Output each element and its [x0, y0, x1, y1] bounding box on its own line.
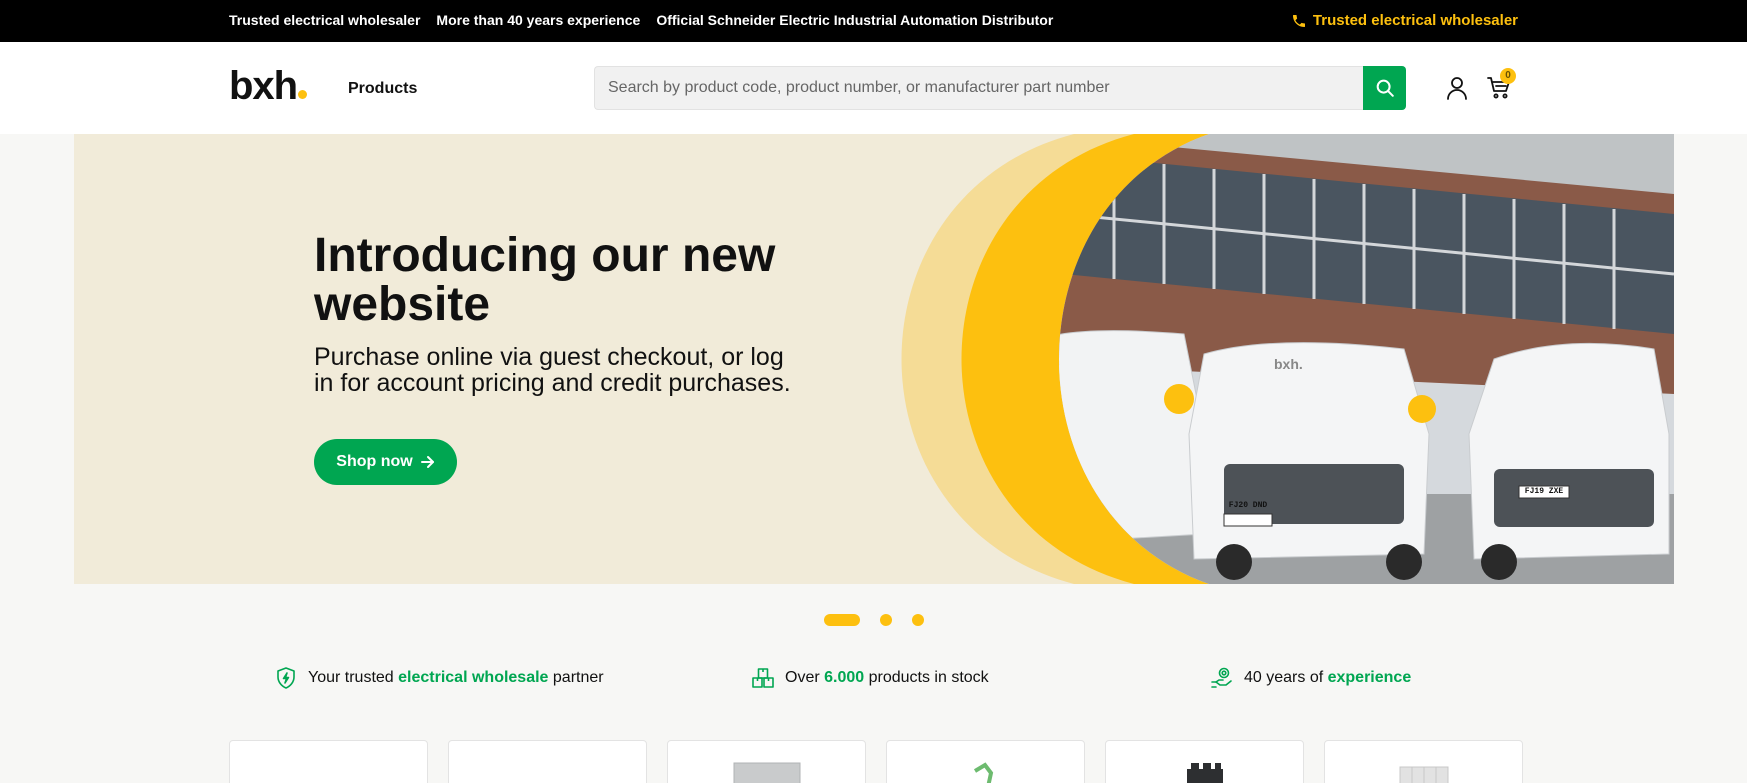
- topbar-message: Official Schneider Electric Industrial A…: [656, 12, 1054, 28]
- van-plate-1: FJ20 DND: [1228, 501, 1268, 510]
- hero-title: Introducing our new website: [314, 229, 776, 331]
- usp-text: partner: [548, 669, 604, 686]
- category-cards: [229, 740, 1523, 783]
- shop-now-button[interactable]: Shop now: [314, 439, 457, 485]
- search-icon: [1376, 79, 1394, 97]
- logo-text: bxh: [229, 64, 298, 108]
- phone-label: Trusted electrical wholesaler: [1312, 12, 1518, 29]
- site-header: bxh Products 0: [0, 42, 1747, 134]
- carousel-dots: [824, 614, 924, 626]
- shield-bolt-icon: [277, 667, 295, 689]
- carousel-dot-3[interactable]: [912, 614, 924, 626]
- usp-highlight: 6.000: [824, 669, 865, 686]
- topbar-phone-link[interactable]: Trusted electrical wholesaler: [1291, 12, 1518, 29]
- usp-text: Over: [785, 669, 825, 686]
- van-plate-2: FJ19 ZXE: [1524, 487, 1564, 496]
- van-logo: bxh.: [1274, 356, 1303, 372]
- boxes-icon: [752, 668, 774, 688]
- top-bar: Trusted electrical wholesaler More than …: [0, 0, 1747, 42]
- brand-logo[interactable]: bxh: [229, 64, 308, 108]
- hand-award-icon: [1211, 667, 1232, 688]
- user-icon[interactable]: [1446, 76, 1468, 100]
- usp-highlight: electrical wholesale: [398, 669, 549, 686]
- usp-text: Your trusted: [308, 669, 399, 686]
- category-card[interactable]: [229, 740, 428, 783]
- product-thumbnail: [733, 762, 800, 783]
- shop-now-label: Shop now: [336, 453, 413, 470]
- carousel-dot-2[interactable]: [880, 614, 892, 626]
- category-card[interactable]: [1324, 740, 1523, 783]
- usp-text: products in stock: [864, 669, 989, 686]
- topbar-message: Trusted electrical wholesaler: [229, 12, 421, 28]
- usp-item: 40 years of experience: [1210, 666, 1411, 690]
- product-thumbnail: [1186, 763, 1223, 783]
- search-button[interactable]: [1363, 66, 1406, 110]
- logo-dot: [298, 90, 308, 99]
- category-card[interactable]: [886, 740, 1085, 783]
- usp-text: 40 years of: [1244, 669, 1328, 686]
- product-thumbnail: [528, 761, 568, 783]
- category-card[interactable]: [1105, 740, 1304, 783]
- hero-banner: FJ20 DND FJ19 ZXE bxh. Introducing our n…: [74, 134, 1674, 584]
- product-thumbnail: [1399, 766, 1448, 783]
- phone-icon: [1292, 14, 1305, 27]
- category-card[interactable]: [448, 740, 647, 783]
- search-bar: [594, 66, 1406, 110]
- topbar-message: More than 40 years experience: [436, 12, 641, 28]
- search-input[interactable]: [594, 66, 1363, 110]
- product-thumbnail: [973, 762, 993, 783]
- usp-item: Your trusted electrical wholesale partne…: [274, 666, 604, 690]
- nav-products-link[interactable]: Products: [348, 80, 417, 98]
- category-card[interactable]: [667, 740, 866, 783]
- hero-subtitle: Purchase online via guest checkout, or l…: [314, 343, 791, 397]
- arrow-right-icon: [420, 456, 434, 468]
- cart-count-badge: 0: [1500, 68, 1516, 84]
- usp-highlight: experience: [1327, 669, 1412, 686]
- usp-item: Over 6.000 products in stock: [751, 666, 989, 690]
- topbar-messages: Trusted electrical wholesaler More than …: [229, 12, 1053, 28]
- carousel-dot-1[interactable]: [824, 614, 860, 626]
